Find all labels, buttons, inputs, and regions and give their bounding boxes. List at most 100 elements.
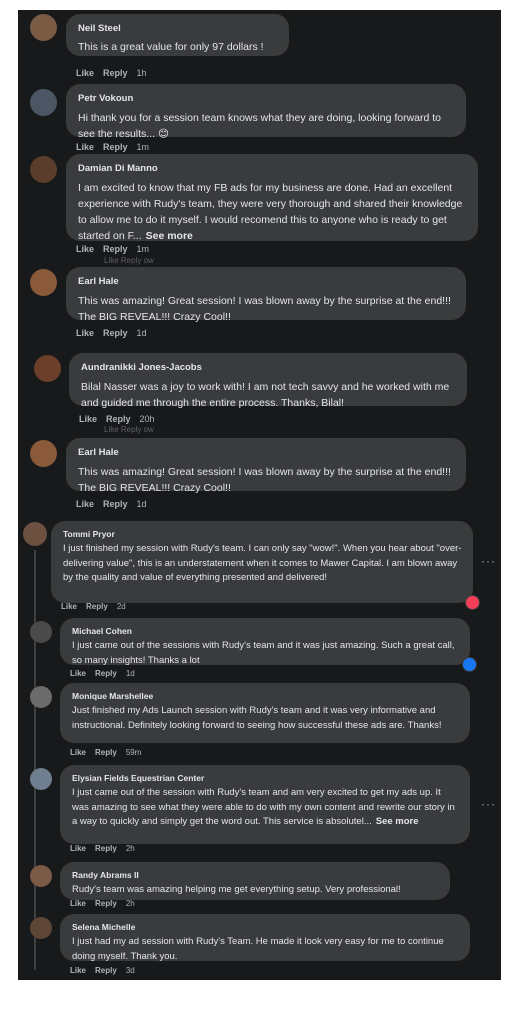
reply-button[interactable]: Reply xyxy=(103,244,128,254)
avatar[interactable] xyxy=(30,440,57,467)
love-reaction-icon[interactable] xyxy=(465,595,480,610)
comment-author[interactable]: Petr Vokoun xyxy=(78,93,133,104)
comment-author[interactable]: Monique Marshellee xyxy=(72,691,153,701)
comment-text-content: I just finished my session with Rudy's t… xyxy=(63,543,462,583)
avatar-initial xyxy=(34,355,61,382)
comment-author[interactable]: Earl Hale xyxy=(78,276,119,287)
comment-text-content: This was amazing! Great session! I was b… xyxy=(78,466,451,494)
comment-author[interactable]: Earl Hale xyxy=(78,447,119,458)
see-more-link[interactable]: See more xyxy=(376,816,419,827)
avatar-initial xyxy=(30,14,57,41)
comment-timestamp: 2h xyxy=(125,899,135,908)
comment-actions: Like Reply 1h xyxy=(76,68,156,78)
see-more-link[interactable]: See more xyxy=(146,230,193,242)
avatar[interactable] xyxy=(30,156,57,183)
avatar[interactable] xyxy=(23,522,47,546)
avatar[interactable] xyxy=(30,14,57,41)
comment-actions: Like Reply 59m xyxy=(70,748,150,757)
more-options-icon[interactable]: ··· xyxy=(481,797,496,811)
avatar-initial xyxy=(30,768,52,790)
like-button[interactable]: Like xyxy=(79,414,97,424)
comment-text: This is a great value for only 97 dollar… xyxy=(78,40,279,55)
ghost-text: Like Reply ow xyxy=(104,256,154,265)
comment-bubble: Selena Michelle I just had my ad session … xyxy=(60,914,470,964)
like-button[interactable]: Like xyxy=(70,966,86,975)
avatar[interactable] xyxy=(30,865,52,887)
comment-actions: Like Reply 1d xyxy=(70,669,144,678)
comment-actions: Like Reply 1m xyxy=(76,142,158,152)
like-button[interactable]: Like xyxy=(70,748,86,757)
comment-text-content: Hi thank you for a session team knows wh… xyxy=(78,112,442,140)
like-button[interactable]: Like xyxy=(76,68,94,78)
comment-actions: Like Reply 1m xyxy=(76,244,158,254)
comment-timestamp: 1h xyxy=(136,68,147,78)
reply-button[interactable]: Reply xyxy=(95,844,117,853)
comment-bubble: Earl Hale This was amazing! Great session… xyxy=(66,438,466,494)
reply-button[interactable]: Reply xyxy=(103,328,128,338)
comment-author[interactable]: Elysian Fields Equestrian Center xyxy=(72,773,204,783)
like-button[interactable]: Like xyxy=(70,844,86,853)
comment-bubble: Michael Cohen I just came out of the sess… xyxy=(60,618,470,666)
reply-button[interactable]: Reply xyxy=(95,669,117,678)
comment-timestamp: 3d xyxy=(125,966,135,975)
comment-text: I am excited to know that my FB ads for … xyxy=(78,180,468,244)
like-button[interactable]: Like xyxy=(76,142,94,152)
comment-text: I just finished my session with Rudy's t… xyxy=(63,542,463,586)
comment-timestamp: 1m xyxy=(136,142,150,152)
comment-author[interactable]: Selena Michelle xyxy=(72,922,135,932)
comment-text-content: This is a great value for only 97 dollar… xyxy=(78,41,264,53)
reply-button[interactable]: Reply xyxy=(95,966,117,975)
comment-text: I just had my ad session with Rudy's Tea… xyxy=(72,935,460,964)
comment-author[interactable]: Randy Abrams II xyxy=(72,870,139,880)
reply-button[interactable]: Reply xyxy=(106,414,131,424)
comment-timestamp: 1m xyxy=(136,244,150,254)
comment-bubble: Neil Steel This is a great value for only… xyxy=(66,14,289,56)
comment-text-content: Rudy's team was amazing helping me get e… xyxy=(72,884,401,895)
comment-author[interactable]: Michael Cohen xyxy=(72,626,132,636)
comment-text: This was amazing! Great session! I was b… xyxy=(78,293,456,325)
ghost-text: Like Reply ow xyxy=(104,425,154,434)
reply-button[interactable]: Reply xyxy=(103,142,128,152)
like-button[interactable]: Like xyxy=(76,328,94,338)
reply-button[interactable]: Reply xyxy=(95,899,117,908)
like-button[interactable]: Like xyxy=(76,244,94,254)
comment-author[interactable]: Damian Di Manno xyxy=(78,163,158,174)
comment-author[interactable]: Neil Steel xyxy=(78,23,121,34)
avatar-initial xyxy=(30,440,57,467)
like-reaction-icon[interactable] xyxy=(462,657,477,672)
more-options-icon[interactable]: ··· xyxy=(481,554,496,568)
comment-bubble: Tommi Pryor I just finished my session wi… xyxy=(51,521,473,603)
comment-timestamp: 20h xyxy=(139,414,155,424)
avatar-initial xyxy=(30,686,52,708)
comment-bubble: Elysian Fields Equestrian Center I just c… xyxy=(60,765,470,844)
avatar[interactable] xyxy=(30,917,52,939)
avatar[interactable] xyxy=(30,621,52,643)
like-button[interactable]: Like xyxy=(76,499,94,509)
comment-actions: Like Reply 2d xyxy=(61,602,135,611)
reply-button[interactable]: Reply xyxy=(103,499,128,509)
avatar[interactable] xyxy=(30,768,52,790)
avatar[interactable] xyxy=(30,686,52,708)
comment-author[interactable]: Aundranikki Jones-Jacobs xyxy=(81,362,202,373)
comment-actions: Like Reply 2h xyxy=(70,899,144,908)
comment-author[interactable]: Tommi Pryor xyxy=(63,529,115,539)
avatar[interactable] xyxy=(30,269,57,296)
comment-timestamp: 1d xyxy=(125,669,135,678)
like-button[interactable]: Like xyxy=(61,602,77,611)
avatar-initial xyxy=(30,89,57,116)
comment-bubble: Aundranikki Jones-Jacobs Bilal Nasser was… xyxy=(69,353,467,409)
avatar[interactable] xyxy=(30,89,57,116)
reply-button[interactable]: Reply xyxy=(86,602,108,611)
comment-actions: Like Reply 3d xyxy=(70,966,144,975)
like-button[interactable]: Like xyxy=(70,669,86,678)
comment-actions: Like Reply 1d xyxy=(76,499,156,509)
avatar[interactable] xyxy=(34,355,61,382)
comment-text: I just came out of the session with Rudy… xyxy=(72,786,460,830)
reply-button[interactable]: Reply xyxy=(95,748,117,757)
comment-timestamp: 2h xyxy=(125,844,135,853)
comments-feed: Neil Steel This is a great value for only… xyxy=(18,10,501,980)
like-button[interactable]: Like xyxy=(70,899,86,908)
comment-text: Rudy's team was amazing helping me get e… xyxy=(72,883,440,898)
comment-text-content: I just had my ad session with Rudy's Tea… xyxy=(72,936,444,962)
reply-button[interactable]: Reply xyxy=(103,68,128,78)
